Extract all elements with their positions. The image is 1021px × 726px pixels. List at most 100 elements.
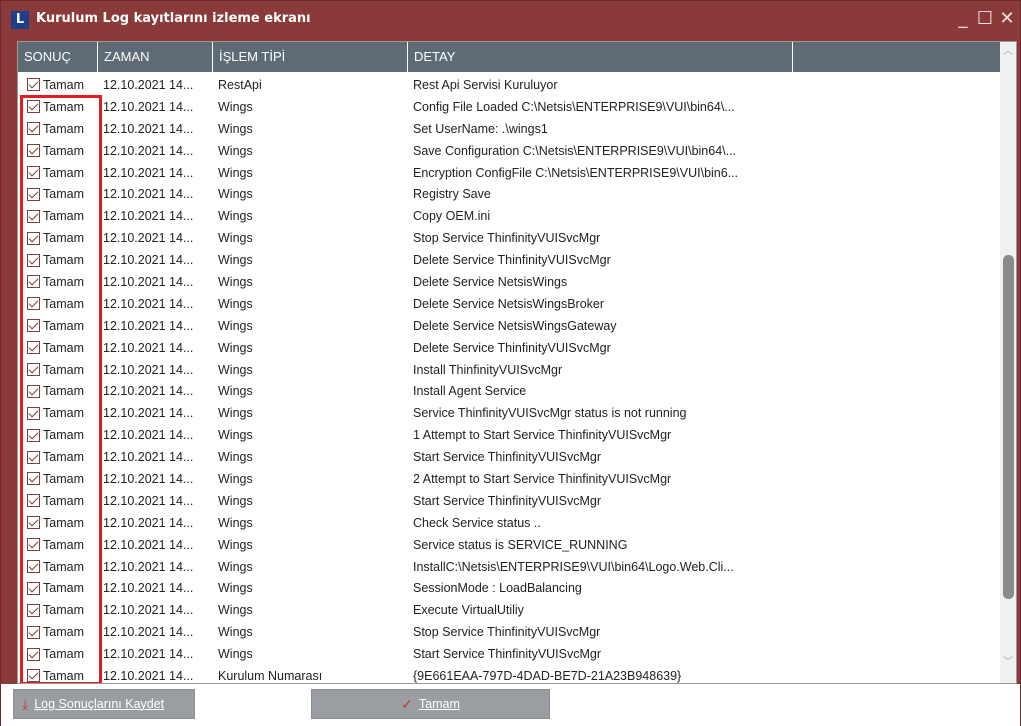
- table-row[interactable]: Tamam 12.10.2021 14... Wings Start Service …: [18, 490, 1002, 512]
- result-label: Tamam: [43, 450, 84, 465]
- table-row[interactable]: Tamam 12.10.2021 14... Wings Start Service …: [18, 643, 1002, 665]
- table-row[interactable]: Tamam 12.10.2021 14... Wings Delete Service…: [18, 271, 1002, 293]
- table-row[interactable]: Tamam 12.10.2021 14... Wings Delete Service…: [18, 249, 1002, 271]
- maximize-button[interactable]: ☐: [975, 7, 995, 31]
- column-header-detay[interactable]: DETAY: [408, 42, 793, 72]
- detail-cell: Delete Service NetsisWings: [413, 274, 568, 289]
- minimize-button[interactable]: _: [953, 7, 973, 31]
- type-cell: Wings: [218, 231, 253, 246]
- column-header-zaman[interactable]: ZAMAN: [98, 42, 213, 72]
- result-cell: Tamam: [18, 297, 98, 311]
- close-button[interactable]: ✕: [997, 7, 1017, 31]
- time-cell: 12.10.2021 14...: [103, 209, 194, 224]
- log-grid[interactable]: SONUÇ ZAMAN İŞLEM TİPİ DETAY Tamam 12.10.…: [17, 41, 1017, 684]
- result-label: Tamam: [43, 296, 84, 311]
- type-cell: Wings: [218, 121, 253, 136]
- column-header-sonuc[interactable]: SONUÇ: [18, 42, 98, 72]
- ok-button[interactable]: ✓ Tamam: [311, 689, 550, 719]
- checkbox-checked-icon[interactable]: [27, 472, 40, 486]
- detail-cell: Config File Loaded C:\Netsis\ENTERPRISE9…: [413, 99, 735, 114]
- table-row[interactable]: Tamam 12.10.2021 14... Wings Delete Service…: [18, 315, 1002, 337]
- scroll-up-icon[interactable]: ︿: [1000, 44, 1016, 60]
- vertical-scrollbar[interactable]: ︿ ﹀: [1000, 42, 1016, 683]
- checkbox-checked-icon[interactable]: [27, 187, 40, 201]
- table-row[interactable]: Tamam 12.10.2021 14... Wings Service Thinfi…: [18, 402, 1002, 424]
- checkbox-checked-icon[interactable]: [27, 209, 40, 223]
- table-row[interactable]: Tamam 12.10.2021 14... Wings Delete Service…: [18, 337, 1002, 359]
- result-label: Tamam: [43, 471, 84, 486]
- result-cell: Tamam: [18, 647, 98, 661]
- table-row[interactable]: Tamam 12.10.2021 14... Wings Save Configura…: [18, 140, 1002, 162]
- save-log-button[interactable]: ⤓ Log Sonuçlarını Kaydet: [13, 689, 195, 719]
- time-cell: 12.10.2021 14...: [103, 428, 194, 443]
- checkbox-checked-icon[interactable]: [27, 275, 40, 289]
- table-row[interactable]: Tamam 12.10.2021 14... Wings Config File Lo…: [18, 96, 1002, 118]
- checkbox-checked-icon[interactable]: [27, 428, 40, 442]
- checkbox-checked-icon[interactable]: [27, 297, 40, 311]
- checkbox-checked-icon[interactable]: [27, 319, 40, 333]
- type-cell: Wings: [218, 143, 253, 158]
- checkbox-checked-icon[interactable]: [27, 581, 40, 595]
- result-cell: Tamam: [18, 275, 98, 289]
- table-row[interactable]: Tamam 12.10.2021 14... Wings 1 Attempt to S…: [18, 424, 1002, 446]
- time-cell: 12.10.2021 14...: [103, 450, 194, 465]
- table-row[interactable]: Tamam 12.10.2021 14... Wings 2 Attempt to S…: [18, 468, 1002, 490]
- table-row[interactable]: Tamam 12.10.2021 14... Wings Execute Virtua…: [18, 599, 1002, 621]
- detail-cell: Execute VirtualUtiliy: [413, 603, 524, 618]
- type-cell: Wings: [218, 209, 253, 224]
- checkbox-checked-icon[interactable]: [27, 341, 40, 355]
- detail-cell: Delete Service NetsisWingsGateway: [413, 318, 617, 333]
- checkbox-checked-icon[interactable]: [27, 231, 40, 245]
- column-header-extra[interactable]: [793, 42, 1016, 72]
- result-label: Tamam: [43, 537, 84, 552]
- checkbox-checked-icon[interactable]: [27, 450, 40, 464]
- table-row[interactable]: Tamam 12.10.2021 14... Wings Install Agent …: [18, 380, 1002, 402]
- table-row[interactable]: Tamam 12.10.2021 14... Wings Install Thinfi…: [18, 359, 1002, 381]
- table-row[interactable]: Tamam 12.10.2021 14... Kurulum Numarası {9E…: [18, 665, 1002, 683]
- result-cell: Tamam: [18, 560, 98, 574]
- table-row[interactable]: Tamam 12.10.2021 14... Wings Set UserName: …: [18, 118, 1002, 140]
- checkbox-checked-icon[interactable]: [27, 494, 40, 508]
- table-row[interactable]: Tamam 12.10.2021 14... Wings Start Service …: [18, 446, 1002, 468]
- checkbox-checked-icon[interactable]: [27, 560, 40, 574]
- checkbox-checked-icon[interactable]: [27, 647, 40, 661]
- type-cell: Wings: [218, 99, 253, 114]
- checkbox-checked-icon[interactable]: [27, 384, 40, 398]
- table-row[interactable]: Tamam 12.10.2021 14... Wings InstallC:\Nets…: [18, 556, 1002, 578]
- checkbox-checked-icon[interactable]: [27, 538, 40, 552]
- table-row[interactable]: Tamam 12.10.2021 14... Wings SessionMode : …: [18, 577, 1002, 599]
- checkbox-checked-icon[interactable]: [27, 603, 40, 617]
- table-row[interactable]: Tamam 12.10.2021 14... Wings Service status…: [18, 534, 1002, 556]
- detail-cell: 1 Attempt to Start Service ThinfinityVUI…: [413, 428, 672, 443]
- result-cell: Tamam: [18, 406, 98, 420]
- table-row[interactable]: Tamam 12.10.2021 14... Wings Encryption Con…: [18, 162, 1002, 184]
- result-cell: Tamam: [18, 472, 98, 486]
- detail-cell: Check Service status ..: [413, 515, 541, 530]
- table-row[interactable]: Tamam 12.10.2021 14... RestApi Rest Api Ser…: [18, 74, 1002, 96]
- checkbox-checked-icon[interactable]: [27, 166, 40, 179]
- table-row[interactable]: Tamam 12.10.2021 14... Wings Delete Service…: [18, 293, 1002, 315]
- table-row[interactable]: Tamam 12.10.2021 14... Wings Copy OEM.ini: [18, 205, 1002, 227]
- checkbox-checked-icon[interactable]: [27, 406, 40, 420]
- scroll-down-icon[interactable]: ﹀: [1000, 655, 1016, 671]
- checkbox-checked-icon[interactable]: [27, 122, 40, 136]
- result-cell: Tamam: [18, 494, 98, 508]
- checkbox-checked-icon[interactable]: [27, 516, 40, 530]
- table-row[interactable]: Tamam 12.10.2021 14... Wings Stop Service T…: [18, 621, 1002, 643]
- result-cell: Tamam: [18, 122, 98, 136]
- checkbox-checked-icon[interactable]: [27, 144, 40, 158]
- title-bar[interactable]: L Kurulum Log kayıtlarını izleme ekranı …: [1, 1, 1020, 39]
- checkbox-checked-icon[interactable]: [27, 363, 40, 377]
- table-row[interactable]: Tamam 12.10.2021 14... Wings Check Service …: [18, 512, 1002, 534]
- table-row[interactable]: Tamam 12.10.2021 14... Wings Stop Service T…: [18, 227, 1002, 249]
- checkbox-checked-icon[interactable]: [27, 625, 40, 639]
- checkbox-checked-icon[interactable]: [27, 78, 40, 92]
- checkbox-checked-icon[interactable]: [27, 669, 40, 683]
- result-label: Tamam: [43, 647, 84, 662]
- scrollbar-thumb[interactable]: [1003, 255, 1014, 599]
- checkbox-checked-icon[interactable]: [27, 253, 40, 267]
- table-row[interactable]: Tamam 12.10.2021 14... Wings Registry Save: [18, 183, 1002, 205]
- column-header-islem-tipi[interactable]: İŞLEM TİPİ: [213, 42, 408, 72]
- ok-label: Tamam: [418, 697, 460, 711]
- checkbox-checked-icon[interactable]: [27, 100, 40, 114]
